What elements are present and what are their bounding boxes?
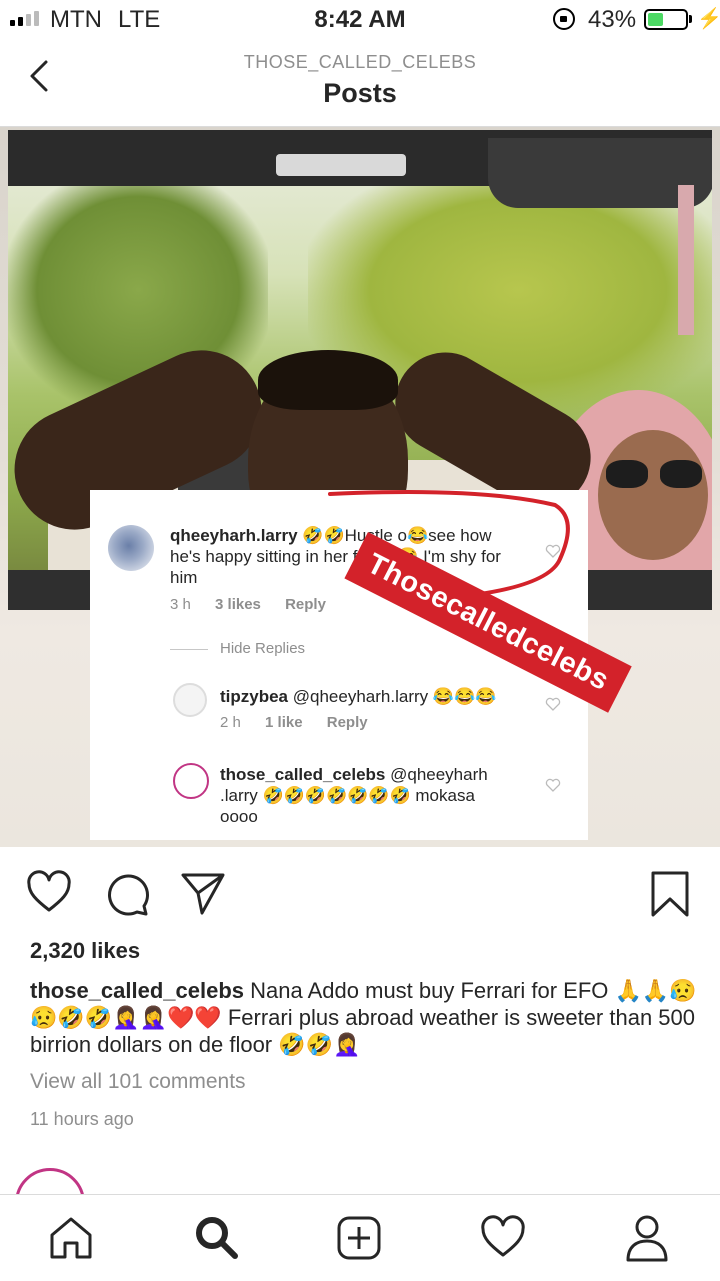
post-image[interactable]: qheeyharh.larry 🤣🤣Hustle o😂see how he's … (0, 127, 720, 847)
heart-icon[interactable] (26, 870, 72, 916)
add-post-icon[interactable] (336, 1215, 382, 1261)
like-count[interactable]: 2,320 likes (30, 938, 140, 964)
share-icon[interactable] (180, 870, 226, 916)
battery-tip (689, 15, 692, 23)
comment-icon[interactable] (104, 870, 150, 916)
post-actions (0, 866, 720, 926)
profile-icon[interactable] (624, 1213, 670, 1263)
post-caption: those_called_celebs Nana Addo must buy F… (30, 977, 700, 1058)
page-title: Posts (323, 78, 397, 108)
nav-header: THOSE_CALLED_CELEBS Posts (0, 40, 720, 127)
home-icon[interactable] (48, 1215, 94, 1261)
annotation-underline (328, 490, 570, 603)
status-bar: MTN LTE 8:42 AM 43% ⚡ (0, 0, 720, 40)
post-timestamp: 11 hours ago (30, 1109, 134, 1129)
tab-bar (0, 1194, 720, 1281)
bookmark-icon[interactable] (650, 870, 690, 918)
search-icon[interactable] (192, 1213, 240, 1261)
battery-percent: 43% (588, 6, 637, 33)
activity-heart-icon[interactable] (480, 1215, 526, 1261)
orientation-lock-icon (553, 8, 575, 30)
header-username: THOSE_CALLED_CELEBS (243, 52, 477, 72)
battery-icon (644, 9, 688, 30)
view-all-comments-link[interactable]: View all 101 comments (30, 1070, 246, 1094)
caption-username[interactable]: those_called_celebs (30, 978, 244, 1003)
charging-bolt-icon: ⚡ (697, 8, 720, 30)
